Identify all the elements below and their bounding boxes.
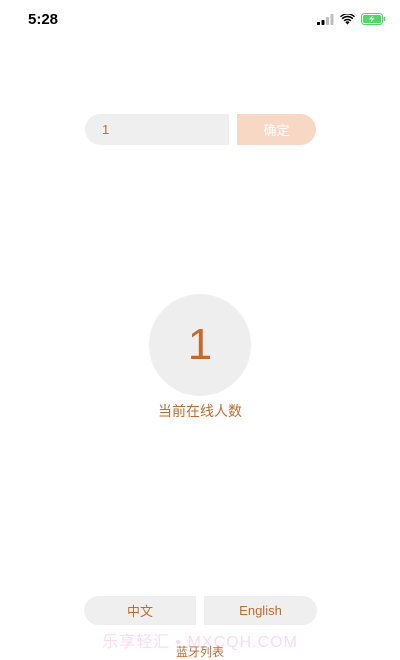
chinese-language-button[interactable]: 中文	[84, 596, 196, 625]
online-count-label: 当前在线人数	[158, 403, 242, 419]
wifi-icon	[340, 13, 355, 25]
bluetooth-list-link[interactable]: 蓝牙列表	[0, 643, 400, 660]
status-time: 5:28	[28, 11, 59, 28]
battery-charging-icon	[361, 13, 386, 25]
confirm-button[interactable]: 确定	[237, 114, 316, 145]
number-input-row: 确定	[85, 114, 316, 145]
status-icons	[317, 13, 386, 25]
english-language-button[interactable]: English	[204, 596, 317, 625]
cellular-signal-icon	[317, 13, 334, 25]
language-switch: 中文 English	[84, 596, 317, 625]
status-bar: 5:28	[0, 0, 400, 44]
number-input[interactable]	[85, 114, 229, 145]
online-count-display: 1	[149, 294, 251, 396]
